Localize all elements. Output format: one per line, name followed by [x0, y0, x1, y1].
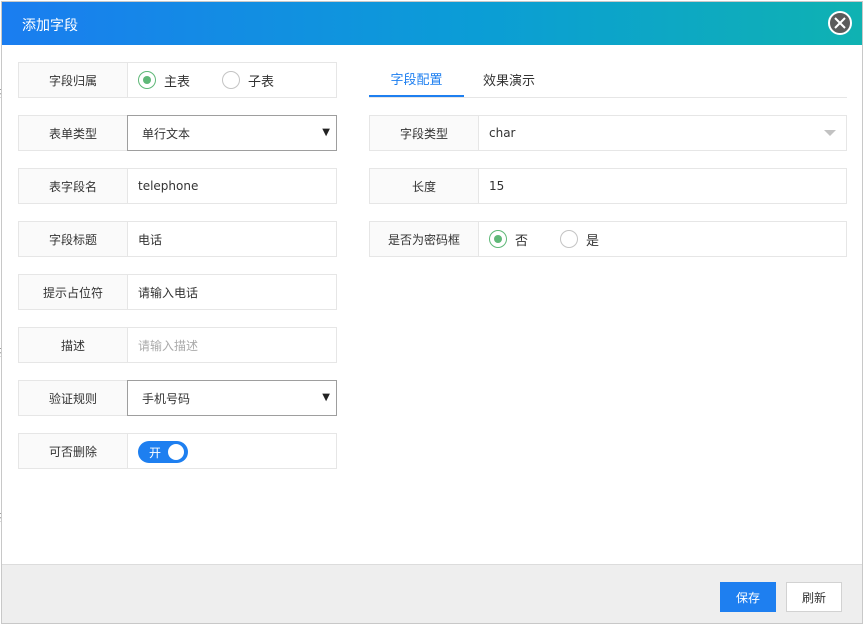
field-type-label: 字段类型	[370, 116, 479, 150]
dialog-title: 添加字段	[22, 18, 78, 34]
deletable-row: 可否删除 开	[18, 433, 337, 469]
description-input[interactable]: 请输入描述	[138, 328, 328, 362]
validation-rule-row: 验证规则 手机号码 ▼	[18, 380, 337, 416]
radio-unchecked-icon	[222, 71, 241, 89]
description-label: 描述	[19, 328, 128, 362]
form-type-row: 表单类型 单行文本 ▼	[18, 115, 337, 151]
field-owner-label: 字段归属	[19, 63, 128, 97]
radio-checked-icon	[489, 230, 507, 248]
dropdown-caret-icon: ▼	[322, 127, 330, 138]
radio-unchecked-icon	[560, 230, 579, 248]
description-row: 描述 请输入描述	[18, 327, 337, 363]
placeholder-label: 提示占位符	[19, 275, 128, 309]
length-input[interactable]: 15	[489, 169, 838, 203]
field-owner-row: 字段归属 主表 子表	[18, 62, 337, 98]
table-field-name-label: 表字段名	[19, 169, 128, 203]
toggle-text: 开	[149, 446, 162, 460]
dropdown-caret-icon: ▼	[322, 392, 330, 403]
is-password-label: 是否为密码框	[370, 222, 479, 256]
is-password-radio-group: 否 是	[489, 222, 846, 256]
field-type-row: 字段类型 char	[369, 115, 847, 151]
radio-yes[interactable]: 是	[560, 230, 599, 249]
radio-checked-icon	[138, 71, 156, 89]
radio-sub-table[interactable]: 子表	[222, 71, 274, 90]
close-icon[interactable]	[828, 11, 852, 35]
field-title-label: 字段标题	[19, 222, 128, 256]
radio-label: 是	[586, 233, 600, 249]
field-type-select[interactable]: char	[489, 116, 816, 150]
length-label: 长度	[370, 169, 479, 203]
save-button[interactable]: 保存	[720, 582, 776, 612]
field-title-row: 字段标题 电话	[18, 221, 337, 257]
radio-label: 子表	[248, 74, 275, 90]
length-row: 长度 15	[369, 168, 847, 204]
field-title-input[interactable]: 电话	[138, 222, 328, 256]
validation-rule-select[interactable]: 手机号码 ▼	[127, 380, 337, 416]
is-password-row: 是否为密码框 否 是	[369, 221, 847, 257]
radio-no[interactable]: 否	[489, 230, 528, 249]
tab-field-config[interactable]: 字段配置	[369, 62, 464, 97]
dialog-titlebar: 添加字段	[2, 2, 862, 45]
refresh-button[interactable]: 刷新	[786, 582, 842, 612]
form-type-label: 表单类型	[19, 116, 128, 150]
deletable-label: 可否删除	[19, 434, 128, 468]
add-field-dialog: 添加字段 字段归属 主表 子表 表单类型 单行文本 ▼ 表字段名 telepho…	[1, 1, 863, 624]
placeholder-row: 提示占位符 请输入电话	[18, 274, 337, 310]
dropdown-arrow-icon[interactable]	[824, 130, 836, 136]
table-field-name-row: 表字段名 telephone	[18, 168, 337, 204]
form-type-select[interactable]: 单行文本 ▼	[127, 115, 337, 151]
validation-rule-label: 验证规则	[19, 381, 128, 415]
validation-rule-value: 手机号码	[142, 391, 191, 406]
radio-label: 主表	[164, 74, 191, 90]
toggle-knob	[168, 444, 184, 460]
dialog-footer: 保存 刷新	[2, 564, 862, 623]
field-owner-radio-group: 主表 子表	[138, 63, 336, 97]
form-type-value: 单行文本	[142, 126, 191, 141]
radio-label: 否	[515, 233, 529, 249]
table-field-name-input[interactable]: telephone	[138, 169, 328, 203]
radio-main-table[interactable]: 主表	[138, 71, 190, 90]
placeholder-input[interactable]: 请输入电话	[138, 275, 328, 309]
config-tabs: 字段配置 效果演示	[369, 62, 847, 98]
deletable-toggle[interactable]: 开	[138, 441, 188, 463]
tab-effect-demo[interactable]: 效果演示	[483, 62, 535, 97]
